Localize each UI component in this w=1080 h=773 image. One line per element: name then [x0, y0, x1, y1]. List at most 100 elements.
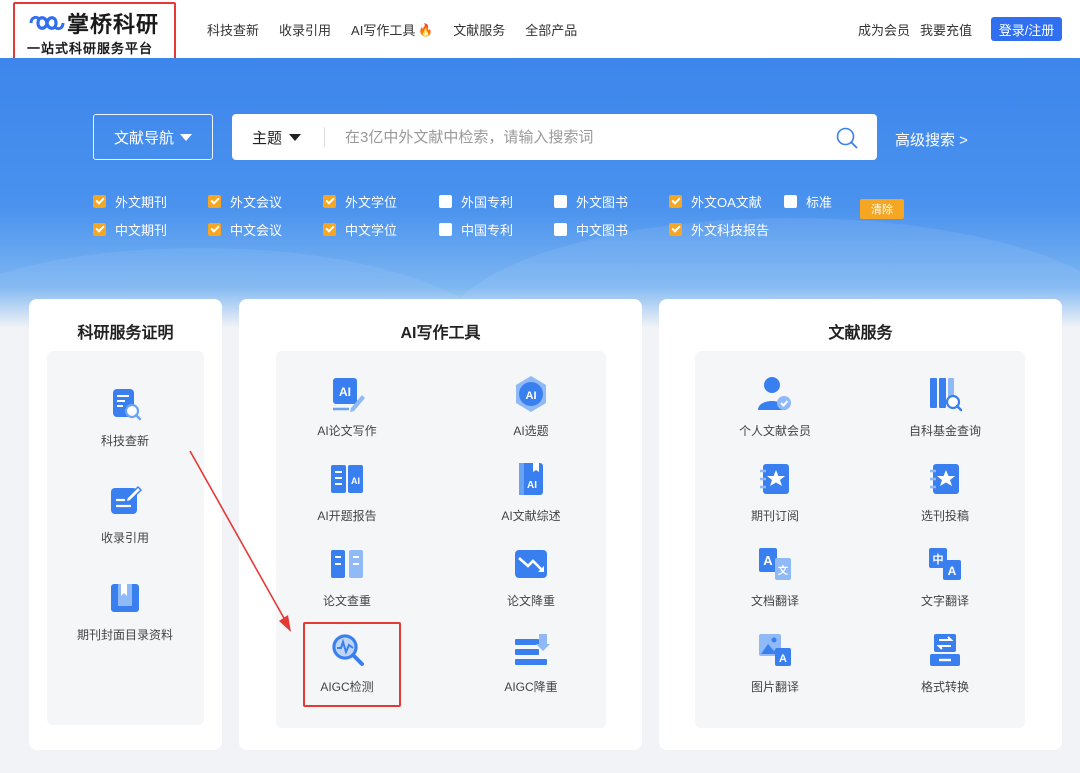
filter-option[interactable]: 外国专利 [439, 192, 554, 211]
journal-book-icon [111, 584, 139, 612]
filter-option[interactable]: 标准 [784, 192, 844, 211]
tool-journal-cover[interactable]: 期刊封面目录资料 [50, 578, 200, 643]
checkbox-unchecked[interactable] [554, 222, 567, 236]
filter-option[interactable]: 外文OA文献 [669, 192, 784, 211]
filter-checkboxes: 外文期刊 外文会议 外文学位 外国专利 外文图书 外文OA文献 标准 中文期刊 中文会议 中文学… [93, 187, 923, 243]
literature-service-panel: 文献服务 个人文献会员 自科基金查询 期刊订阅 选刊投稿 A 文 文档翻译 中 … [659, 299, 1062, 750]
filter-label: 中文图书 [576, 222, 629, 238]
filter-option[interactable]: 外文期刊 [93, 192, 208, 211]
tool-fund-query[interactable]: 自科基金查询 [870, 374, 1020, 439]
filter-row: 外文期刊 外文会议 外文学位 外国专利 外文图书 外文OA文献 标准 [93, 187, 923, 215]
edit-document-icon [111, 485, 143, 514]
login-register-button[interactable]: 登录/注册 [991, 17, 1062, 41]
nav-item-literature[interactable]: 文献服务 [453, 20, 505, 39]
checkbox-checked[interactable] [93, 222, 106, 236]
ai-writing-panel: AI写作工具 AI AI论文写作 AI AI选题 AI AI开题报告 AI AI… [239, 299, 642, 750]
filter-row: 中文期刊 中文会议 中文学位 中国专利 中文图书 外文科技报告 [93, 215, 923, 243]
ai-book-icon: AI [519, 463, 543, 495]
checkbox-checked[interactable] [208, 194, 221, 208]
svg-text:中: 中 [933, 552, 944, 566]
tool-ai-paper-writing[interactable]: AI AI论文写作 [272, 374, 422, 439]
svg-text:AI: AI [527, 480, 537, 491]
tool-novelty-search[interactable]: 科技查新 [50, 384, 200, 449]
aigc-detection-highlight [303, 622, 401, 707]
svg-text:AI: AI [339, 385, 351, 399]
checkbox-checked[interactable] [669, 222, 682, 236]
tool-document-translation[interactable]: A 文 文档翻译 [700, 544, 850, 609]
checkbox-unchecked[interactable] [439, 194, 452, 208]
trend-down-icon [515, 550, 547, 578]
divider [324, 127, 325, 147]
nav-item-novelty-search[interactable]: 科技查新 [207, 20, 259, 39]
tool-label: 论文查重 [322, 594, 371, 608]
filter-option[interactable]: 中文期刊 [93, 220, 208, 239]
panel-body: 个人文献会员 自科基金查询 期刊订阅 选刊投稿 A 文 文档翻译 中 A 文字翻… [695, 351, 1025, 728]
checkbox-unchecked[interactable] [784, 194, 797, 208]
panel-title: 文献服务 [828, 325, 893, 342]
tool-ai-literature-review[interactable]: AI AI文献综述 [456, 459, 606, 524]
tool-journal-submission[interactable]: 选刊投稿 [870, 459, 1020, 524]
tool-journal-subscription[interactable]: 期刊订阅 [700, 459, 850, 524]
checkbox-checked[interactable] [208, 222, 221, 236]
checkbox-unchecked[interactable] [554, 194, 567, 208]
checkbox-checked[interactable] [323, 222, 336, 236]
filter-option[interactable]: 外文科技报告 [669, 220, 784, 239]
svg-text:A: A [948, 564, 957, 578]
checkbox-unchecked[interactable] [439, 222, 452, 236]
tool-image-translation[interactable]: A 图片翻译 [700, 630, 850, 695]
nav-item-citation[interactable]: 收录引用 [279, 20, 331, 39]
tool-personal-membership[interactable]: 个人文献会员 [700, 374, 850, 439]
search-box: 主题 [232, 114, 877, 160]
ai-pen-icon: AI [333, 378, 365, 412]
tool-label: AIGC降重 [504, 680, 558, 694]
tool-plagiarism-check[interactable]: 论文查重 [272, 544, 422, 609]
filter-option[interactable]: 中文学位 [323, 220, 439, 239]
main-nav: 科技查新 收录引用 AI写作工具 🔥 文献服务 全部产品 [207, 20, 577, 39]
filter-label: 中国专利 [461, 222, 514, 238]
filter-label: 外文图书 [576, 194, 629, 210]
filter-option[interactable]: 外文图书 [554, 192, 669, 211]
checkbox-checked[interactable] [669, 194, 682, 208]
tool-citation[interactable]: 收录引用 [50, 481, 200, 546]
compare-documents-icon [331, 550, 363, 578]
search-type-label: 主题 [252, 129, 283, 147]
tool-text-translation[interactable]: 中 A 文字翻译 [870, 544, 1020, 609]
become-member-link[interactable]: 成为会员 [858, 20, 910, 39]
filter-label: 外国专利 [461, 194, 514, 210]
logo-main: 掌桥科研 [29, 7, 159, 39]
report-search-icon [113, 389, 142, 421]
clear-filters-button[interactable]: 清除 [860, 199, 904, 219]
panel-title: AI写作工具 [400, 325, 481, 342]
tool-reduce-similarity[interactable]: 论文降重 [456, 544, 606, 609]
filter-option[interactable]: 中国专利 [439, 220, 554, 239]
caret-down-icon [289, 133, 302, 141]
svg-text:A: A [763, 553, 773, 568]
checkbox-checked[interactable] [323, 194, 336, 208]
tool-label: AI开题报告 [317, 509, 377, 523]
filter-option[interactable]: 中文会议 [208, 220, 323, 239]
nav-item-all-products[interactable]: 全部产品 [525, 20, 577, 39]
advanced-search-link[interactable]: 高级搜索 > [895, 129, 968, 150]
filter-option[interactable]: 外文会议 [208, 192, 323, 211]
filter-label: 中文会议 [230, 222, 283, 238]
search-icon[interactable] [836, 127, 858, 149]
tool-ai-proposal[interactable]: AI AI开题报告 [272, 459, 422, 524]
tool-aigc-reduction[interactable]: AIGC降重 [456, 630, 606, 695]
recharge-link[interactable]: 我要充值 [920, 20, 972, 39]
filter-option[interactable]: 外文学位 [323, 192, 439, 211]
filter-label: 中文学位 [345, 222, 398, 238]
literature-guide-dropdown[interactable]: 文献导航 [93, 114, 213, 160]
tool-format-conversion[interactable]: 格式转换 [870, 630, 1020, 695]
search-input[interactable] [345, 114, 805, 160]
logo[interactable]: 掌桥科研 一站式科研服务平台 [13, 2, 176, 62]
nav-item-ai-writing[interactable]: AI写作工具 🔥 [351, 20, 433, 39]
stack-down-icon [515, 634, 550, 665]
search-hero: 文献导航 主题 高级搜索 > 外文期刊 外文会议 外文学位 外国专利 外文图书 外文OA文… [0, 58, 1080, 328]
tool-label: AI选题 [513, 424, 549, 438]
filter-label: 外文期刊 [115, 194, 168, 210]
tool-ai-topic[interactable]: AI AI选题 [456, 374, 606, 439]
checkbox-checked[interactable] [93, 194, 106, 208]
tool-label: 文字翻译 [920, 594, 969, 608]
search-type-dropdown[interactable]: 主题 [252, 114, 302, 160]
filter-option[interactable]: 中文图书 [554, 220, 669, 239]
